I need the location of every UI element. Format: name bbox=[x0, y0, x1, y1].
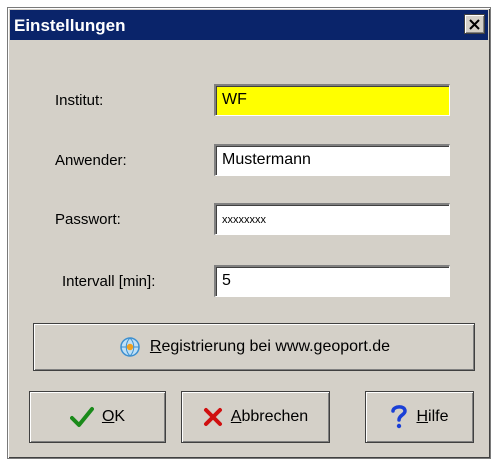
anwender-label: Anwender: bbox=[55, 152, 127, 169]
dialog-title: Einstellungen bbox=[14, 16, 126, 35]
intervall-label: Intervall [min]: bbox=[62, 273, 156, 290]
ok-button-label: OK bbox=[101, 408, 126, 425]
red-x-icon bbox=[203, 407, 223, 427]
register-button[interactable]: Registrierung bei www.geoport.de bbox=[33, 323, 475, 371]
cancel-button[interactable]: Abbrechen bbox=[181, 391, 330, 443]
passwort-label: Passwort: bbox=[55, 211, 121, 228]
close-icon bbox=[469, 18, 480, 30]
help-button-label: Hilfe bbox=[416, 408, 449, 425]
checkmark-icon bbox=[69, 406, 94, 428]
anwender-field[interactable]: Mustermann bbox=[214, 144, 450, 176]
settings-dialog: Einstellungen Institut: WF Anwender: Mus… bbox=[7, 7, 491, 459]
register-button-label: Registrierung bei www.geoport.de bbox=[149, 338, 391, 355]
help-button[interactable]: Hilfe bbox=[365, 391, 474, 443]
ok-button[interactable]: OK bbox=[29, 391, 166, 443]
intervall-field[interactable]: 5 bbox=[214, 265, 450, 297]
institut-label: Institut: bbox=[55, 92, 104, 109]
title-bar[interactable]: Einstellungen bbox=[10, 10, 488, 40]
globe-icon bbox=[118, 335, 142, 359]
question-mark-icon bbox=[390, 404, 408, 430]
close-button[interactable] bbox=[464, 14, 485, 34]
passwort-field[interactable]: xxxxxxxx bbox=[214, 203, 450, 235]
cancel-button-label: Abbrechen bbox=[230, 408, 309, 425]
institut-field[interactable]: WF bbox=[214, 84, 450, 116]
